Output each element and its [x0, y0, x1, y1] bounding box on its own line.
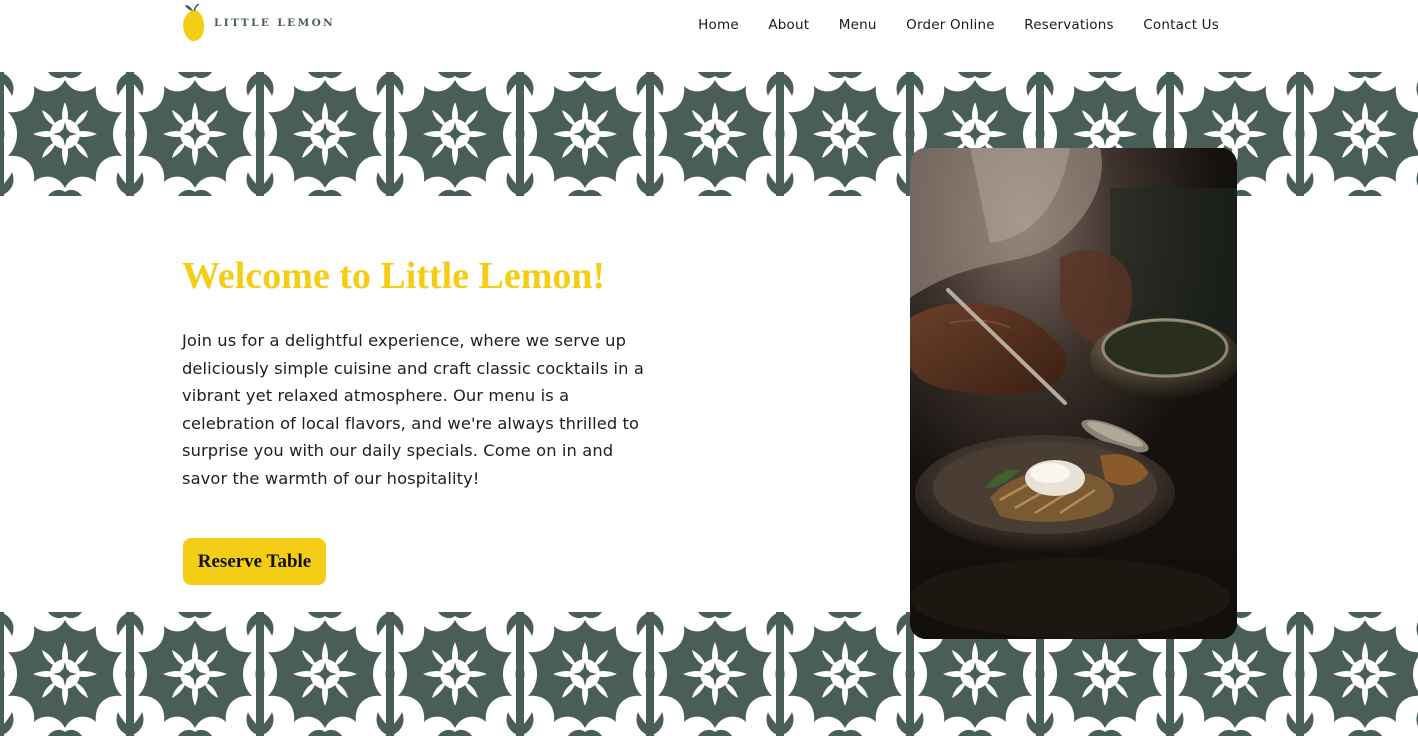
- reserve-table-button[interactable]: Reserve Table: [183, 538, 326, 585]
- nav-reservations[interactable]: Reservations: [1024, 16, 1114, 34]
- lemon-icon: [183, 4, 205, 42]
- hero-title: Welcome to Little Lemon!: [182, 255, 606, 297]
- nav-menu[interactable]: Menu: [839, 16, 877, 34]
- hero-food-image: [910, 148, 1237, 639]
- nav-home[interactable]: Home: [698, 16, 739, 34]
- nav-contact-us[interactable]: Contact Us: [1143, 16, 1219, 34]
- page: LITTLE LEMON Home About Menu Order Onlin…: [0, 0, 1418, 736]
- site-header: LITTLE LEMON Home About Menu Order Onlin…: [0, 0, 1418, 72]
- chef-plating-photo: [910, 148, 1237, 639]
- nav-about[interactable]: About: [768, 16, 809, 34]
- nav-order-online[interactable]: Order Online: [906, 16, 995, 34]
- logo-link[interactable]: LITTLE LEMON: [182, 4, 335, 42]
- logo-text: LITTLE LEMON: [214, 17, 336, 29]
- hero-description: Join us for a delightful experience, whe…: [182, 331, 644, 488]
- main-nav: Home About Menu Order Online Reservation…: [698, 16, 1219, 34]
